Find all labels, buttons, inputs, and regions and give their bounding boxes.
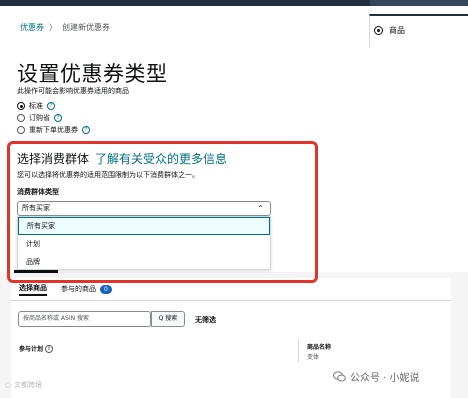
count-badge: 0 xyxy=(100,284,112,294)
products-tabs: 选择商品 参与的商品 0 xyxy=(19,282,112,296)
coupon-type-radio-group: 标准 ? 订购省 ? 重新下单优惠券 ? xyxy=(17,101,90,135)
watermark-right: 公众号 · 小妮说 xyxy=(333,369,420,384)
radio-unselected-icon[interactable] xyxy=(17,114,25,122)
breadcrumb-root-link[interactable]: 优惠券 xyxy=(20,22,44,33)
audience-learn-more-link[interactable]: 了解有关受众的更多信息 xyxy=(95,150,227,167)
coupon-type-subscribe[interactable]: 订购省 ? xyxy=(17,113,90,123)
breadcrumb: 优惠券 〉 创建新优惠券 xyxy=(20,22,110,33)
audience-dropdown-list: 所有买家 计划 品牌 xyxy=(17,216,271,270)
select-value: 所有买家 xyxy=(22,204,50,212)
radio-selected-icon[interactable] xyxy=(17,102,25,110)
column-header-product-name: 商品名称 变体 xyxy=(307,342,331,361)
tab-select-products[interactable]: 选择商品 xyxy=(19,282,47,296)
help-icon[interactable]: ? xyxy=(54,114,62,122)
audience-type-select[interactable]: 所有买家 ⌃ xyxy=(17,201,271,216)
top-nav-right xyxy=(370,0,468,6)
side-step-products[interactable]: 商品 xyxy=(374,25,405,36)
tab-label: 参与的商品 xyxy=(61,285,96,293)
side-step-label: 商品 xyxy=(389,26,405,35)
watermark-right-text: 公众号 · 小妮说 xyxy=(350,373,420,384)
watermark-left-text: 文都跨境 xyxy=(14,381,43,389)
search-input[interactable]: 按商品名称或 ASIN 搜索 xyxy=(18,311,151,327)
dropdown-option-program[interactable]: 计划 xyxy=(18,235,270,253)
no-filter-label: 无筛选 xyxy=(195,316,216,324)
coupon-type-label: 标准 xyxy=(29,102,43,110)
dropdown-option-all-buyers[interactable]: 所有买家 xyxy=(18,217,270,235)
tab-divider xyxy=(11,300,451,301)
radio-unselected-icon[interactable] xyxy=(17,126,25,134)
page-subtitle: 此操作可能会影响优惠券适用的商品 xyxy=(17,87,129,95)
coupon-type-label: 重新下单优惠券 xyxy=(29,126,78,134)
help-icon[interactable]: ? xyxy=(47,102,55,110)
watermark-left: ○ 文都跨境 xyxy=(5,380,42,390)
page-title: 设置优惠券类型 xyxy=(17,62,168,86)
coupon-type-reorder[interactable]: 重新下单优惠券 ? xyxy=(17,125,90,135)
top-nav-bar xyxy=(0,0,468,6)
tab-label: 选择商品 xyxy=(19,284,47,292)
column-header-sub: 变体 xyxy=(307,354,320,361)
audience-description: 您可以选择将优惠券的适用范围限制为以下消费群体之一。 xyxy=(17,171,199,179)
chevron-up-icon: ⌃ xyxy=(257,204,264,213)
breadcrumb-separator: 〉 xyxy=(49,23,57,32)
column-header-title: 商品名称 xyxy=(307,344,332,351)
column-header-label: 参与计划 xyxy=(19,346,44,353)
step-radio-icon xyxy=(374,26,383,35)
side-step-panel: 商品 xyxy=(369,14,468,47)
column-divider xyxy=(298,340,299,362)
dropdown-option-brand[interactable]: 品牌 xyxy=(18,253,270,271)
tab-participating-products[interactable]: 参与的商品 0 xyxy=(61,282,112,296)
search-button[interactable]: Q 搜索 xyxy=(151,311,185,327)
breadcrumb-current: 创建新优惠券 xyxy=(62,23,110,32)
info-icon[interactable]: i xyxy=(45,344,54,353)
wechat-icon xyxy=(333,371,346,382)
column-header-participation: 参与计划 i xyxy=(19,344,54,353)
audience-field-label: 消费群体类型 xyxy=(17,188,59,196)
coupon-type-standard[interactable]: 标准 ? xyxy=(17,101,90,111)
audience-title-text: 选择消费群体 xyxy=(17,152,90,166)
help-icon[interactable]: ? xyxy=(82,126,90,134)
coupon-type-label: 订购省 xyxy=(29,114,50,122)
audience-title: 选择消费群体 了解有关受众的更多信息 xyxy=(17,150,227,167)
watermark-logo-icon: ○ xyxy=(5,381,12,389)
